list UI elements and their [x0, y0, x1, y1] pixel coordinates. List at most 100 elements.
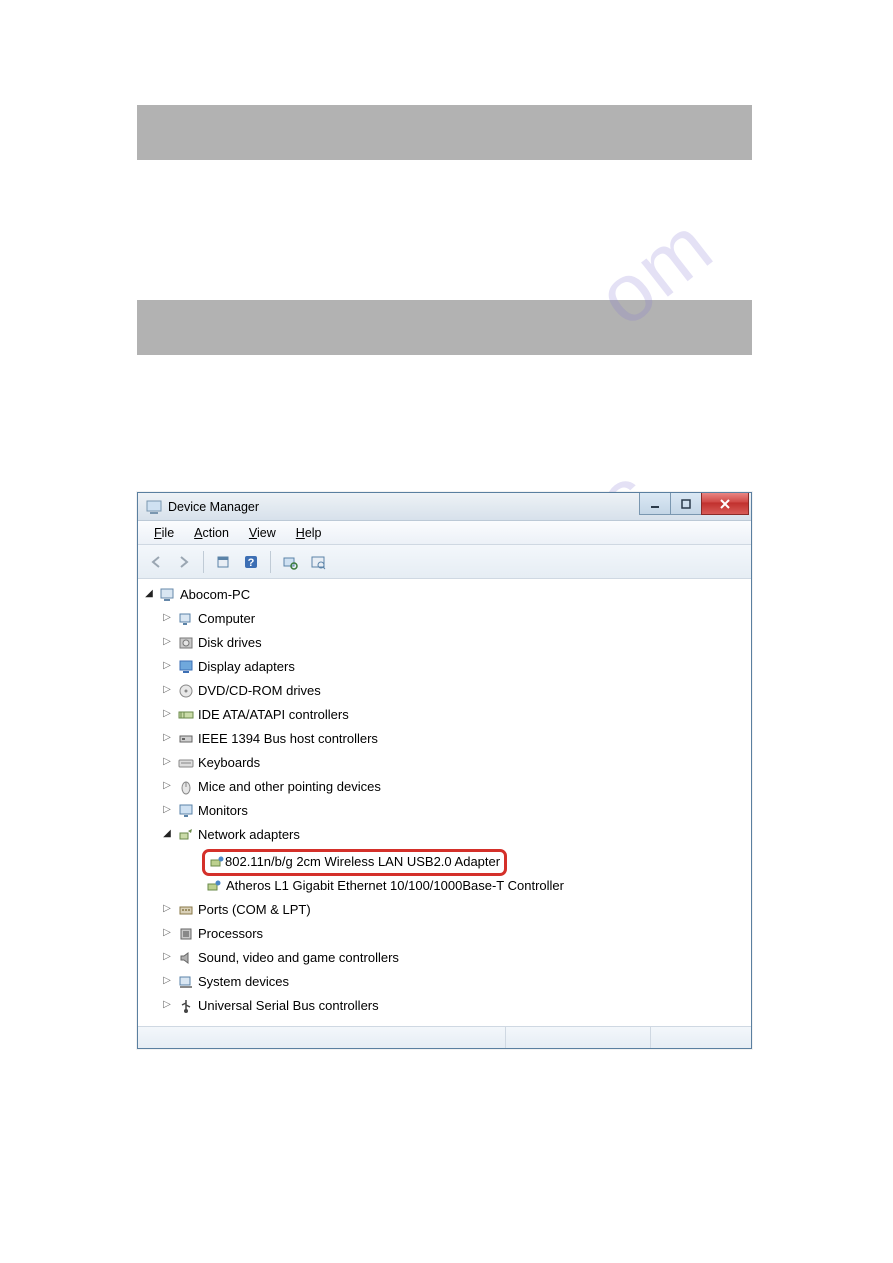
expand-icon[interactable]: ▷: [162, 928, 172, 938]
tree-node-label: Keyboards: [198, 753, 260, 773]
tree-node-label: DVD/CD-ROM drives: [198, 681, 321, 701]
tree-node[interactable]: ▷IDE ATA/ATAPI controllers: [160, 705, 747, 729]
statusbar-cell-2: [506, 1027, 651, 1048]
tree-child-node[interactable]: Atheros L1 Gigabit Ethernet 10/100/1000B…: [178, 876, 747, 900]
netcard-icon: [209, 854, 225, 870]
app-icon: [146, 499, 162, 515]
expand-icon[interactable]: ▷: [162, 757, 172, 767]
ide-icon: [178, 707, 194, 723]
tree-node-label: Disk drives: [198, 633, 262, 653]
monitor-icon: [178, 803, 194, 819]
tree-node[interactable]: ▷ Sound, video and game controllers: [160, 948, 747, 972]
tree-node-label: Ports (COM & LPT): [198, 900, 311, 920]
expand-icon[interactable]: ▷: [162, 613, 172, 623]
tree-node[interactable]: ▷ Computer: [160, 609, 747, 633]
keyboard-icon: [178, 755, 194, 771]
menu-action-rest: ction: [203, 526, 229, 540]
netcard-icon: [206, 878, 222, 894]
network-icon: [178, 827, 194, 843]
maximize-button[interactable]: [670, 493, 702, 515]
menu-file-rest: ile: [162, 526, 175, 540]
ieee-icon: [178, 731, 194, 747]
toolbar: ?: [138, 545, 751, 579]
tree-node-label: Monitors: [198, 801, 248, 821]
tree-node[interactable]: ▷ Processors: [160, 924, 747, 948]
tree-node-label: Sound, video and game controllers: [198, 948, 399, 968]
toolbar-separator-2: [270, 551, 271, 573]
minimize-button[interactable]: [639, 493, 671, 515]
expand-icon[interactable]: ▷: [162, 805, 172, 815]
tree-node[interactable]: ▷ DVD/CD-ROM drives: [160, 681, 747, 705]
expand-icon[interactable]: ▷: [162, 685, 172, 695]
dvd-icon: [178, 683, 194, 699]
tree-node[interactable]: ▷ Display adapters: [160, 657, 747, 681]
tree-node[interactable]: ▷ Disk drives: [160, 633, 747, 657]
tree-node[interactable]: ▷ System devices: [160, 972, 747, 996]
gray-block-1: [137, 105, 752, 160]
tree-node[interactable]: ▷ Universal Serial Bus controllers: [160, 996, 747, 1020]
menu-view-rest: iew: [257, 526, 276, 540]
disk-icon: [178, 635, 194, 651]
tree-child-label: 802.11n/b/g 2cm Wireless LAN USB2.0 Adap…: [225, 852, 500, 872]
expand-icon[interactable]: ▷: [162, 781, 172, 791]
sound-icon: [178, 950, 194, 966]
port-icon: [178, 902, 194, 918]
computer-icon: [178, 611, 194, 627]
statusbar-cell-1: [138, 1027, 506, 1048]
expand-icon[interactable]: ▷: [162, 637, 172, 647]
menubar: File Action View Help: [138, 521, 751, 545]
tree-node-label: Universal Serial Bus controllers: [198, 996, 379, 1016]
tree-node[interactable]: ▷ Monitors: [160, 801, 747, 825]
tree-child-label: Atheros L1 Gigabit Ethernet 10/100/1000B…: [226, 876, 564, 896]
display-icon: [178, 659, 194, 675]
close-button[interactable]: [701, 493, 749, 515]
menu-file[interactable]: File: [144, 524, 184, 542]
toolbar-separator-1: [203, 551, 204, 573]
scan-hardware-button[interactable]: [278, 550, 302, 574]
collapse-icon[interactable]: ◢: [162, 829, 172, 839]
expand-icon[interactable]: ▷: [162, 733, 172, 743]
window-title: Device Manager: [168, 500, 259, 514]
gray-block-2: [137, 300, 752, 355]
menu-help[interactable]: Help: [286, 524, 332, 542]
expand-icon[interactable]: ▷: [162, 661, 172, 671]
statusbar-cell-3: [651, 1027, 751, 1048]
expander-icon[interactable]: ◢: [144, 589, 154, 599]
titlebar[interactable]: Device Manager: [138, 493, 751, 521]
cpu-icon: [178, 926, 194, 942]
usb-icon: [178, 998, 194, 1014]
tree-node[interactable]: ▷IEEE 1394 Bus host controllers: [160, 729, 747, 753]
forward-button[interactable]: [172, 550, 196, 574]
tree-root-label: Abocom-PC: [180, 585, 250, 605]
system-icon: [178, 974, 194, 990]
tree-node-label: System devices: [198, 972, 289, 992]
computer-root-icon: [160, 587, 176, 603]
back-button[interactable]: [144, 550, 168, 574]
expand-icon[interactable]: ▷: [162, 904, 172, 914]
tree-node[interactable]: ▷Mice and other pointing devices: [160, 777, 747, 801]
tree-node[interactable]: ◢ Network adapters 802.11n/b/g 2cm Wireles…: [160, 825, 747, 900]
tree-root[interactable]: ◢ Abocom-PC ▷ Computer ▷ Disk drives ▷ Displa…: [142, 585, 747, 1020]
highlighted-device: 802.11n/b/g 2cm Wireless LAN USB2.0 Adap…: [202, 849, 507, 876]
menu-action[interactable]: Action: [184, 524, 239, 542]
tree-node-label: Display adapters: [198, 657, 295, 677]
tree-node-label: Computer: [198, 609, 255, 629]
tree-node[interactable]: ▷ Keyboards: [160, 753, 747, 777]
menu-view[interactable]: View: [239, 524, 286, 542]
tree-node[interactable]: ▷ Ports (COM & LPT): [160, 900, 747, 924]
window-controls: [640, 493, 749, 515]
mouse-icon: [178, 779, 194, 795]
menu-help-rest: elp: [305, 526, 322, 540]
tree-child-node[interactable]: 802.11n/b/g 2cm Wireless LAN USB2.0 Adap…: [178, 849, 747, 876]
expand-icon[interactable]: ▷: [162, 709, 172, 719]
device-manager-window: Device Manager File Action View Help: [137, 492, 752, 1049]
show-hidden-button[interactable]: [306, 550, 330, 574]
properties-button[interactable]: [211, 550, 235, 574]
expand-icon[interactable]: ▷: [162, 976, 172, 986]
svg-text:?: ?: [248, 557, 255, 569]
tree-node-label: Network adapters: [198, 825, 300, 845]
help-button[interactable]: ?: [239, 550, 263, 574]
expand-icon[interactable]: ▷: [162, 952, 172, 962]
tree-node-label: Processors: [198, 924, 263, 944]
expand-icon[interactable]: ▷: [162, 1000, 172, 1010]
